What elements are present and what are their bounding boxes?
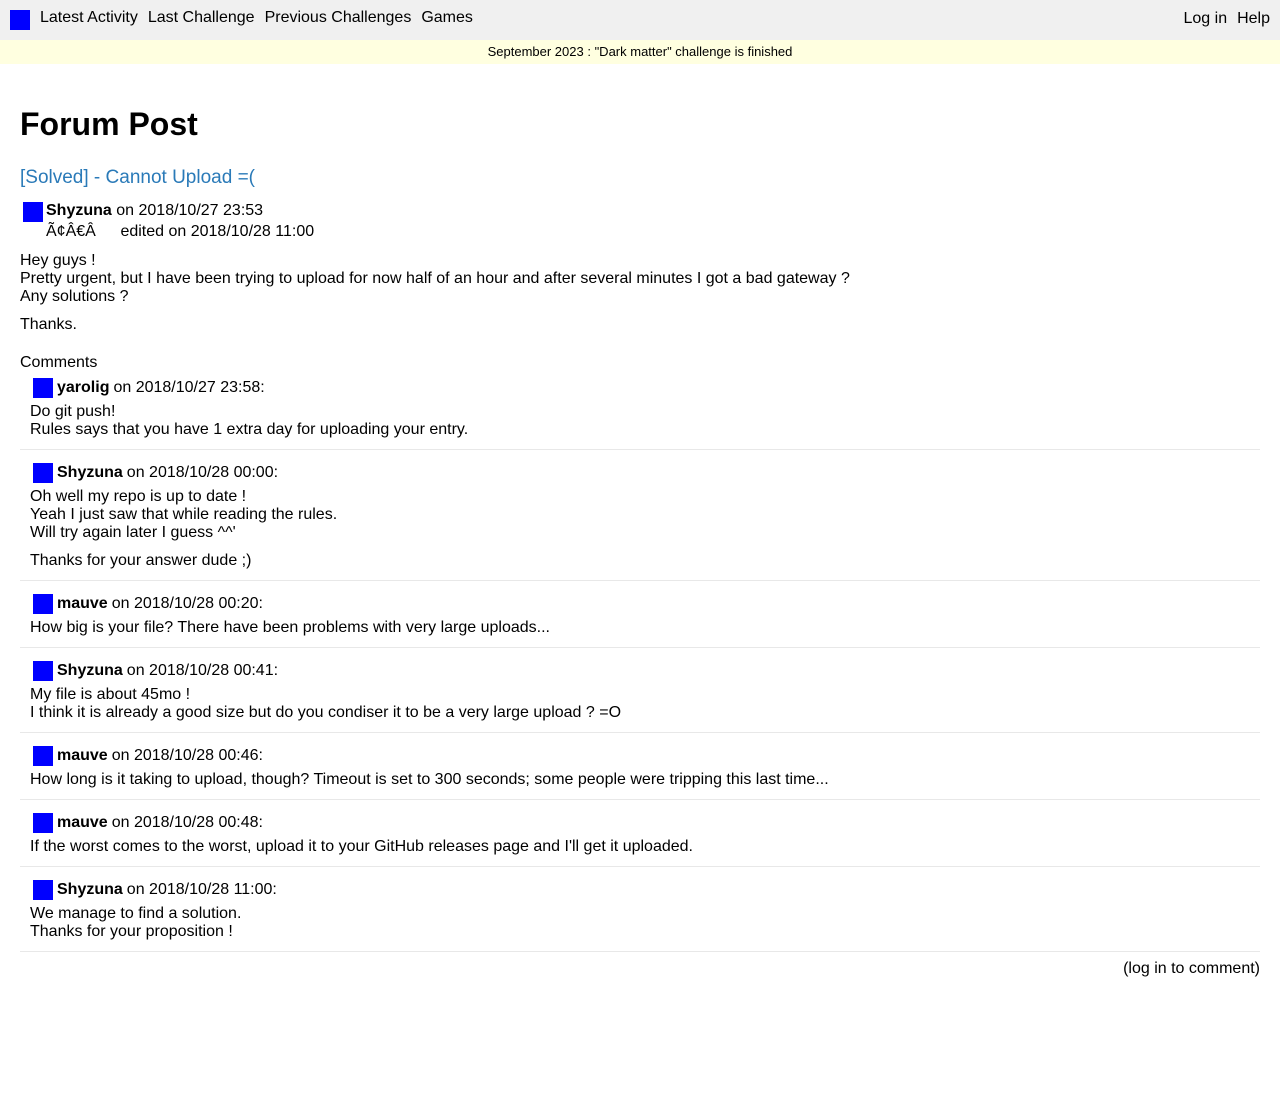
comment-body-paragraph: How big is your file? There have been pr… <box>30 619 550 636</box>
comment-date: on 2018/10/28 00:00: <box>126 464 279 481</box>
post-meta: Shyzuna on 2018/10/27 23:53 Ã¢Â€Â edited… <box>20 200 1260 242</box>
comment-date: on 2018/10/28 00:41: <box>126 662 279 679</box>
post-body-paragraph: Thanks. <box>20 316 77 333</box>
comment-header: Shyzuna on 2018/10/28 00:41: <box>30 660 1250 682</box>
comment: mauve on 2018/10/28 00:48: If the worst co… <box>20 800 1260 867</box>
avatar <box>22 201 44 223</box>
comment-body-paragraph: How long is it taking to upload, though?… <box>30 771 829 788</box>
main-content: Forum Post [Solved] - Cannot Upload =( S… <box>0 104 1280 978</box>
avatar <box>32 745 54 767</box>
garbled-text: Ã¢Â€Â <box>46 223 96 240</box>
comment-header: mauve on 2018/10/28 00:46: <box>30 745 1250 767</box>
avatar <box>32 462 54 484</box>
comment-body-paragraph: My file is about 45mo ! I think it is alr… <box>30 686 622 721</box>
comment-body: Do git push! Rules says that you have 1 e… <box>30 403 1250 439</box>
comment-date: on 2018/10/28 00:20: <box>111 595 263 612</box>
comment-body: My file is about 45mo ! I think it is alr… <box>30 686 1250 722</box>
comment-author[interactable]: mauve <box>57 814 108 832</box>
top-nav-bar: Latest Activity Last Challenge Previous … <box>0 0 1280 40</box>
comment-list: yarolig on 2018/10/27 23:58: Do git push! R… <box>20 372 1260 952</box>
comment-date: on 2018/10/27 23:58: <box>113 379 265 396</box>
comment-body: We manage to find a solution. Thanks for … <box>30 905 1250 941</box>
post-edited: edited on 2018/10/28 11:00 <box>120 223 315 240</box>
announcement-banner: September 2023 : "Dark matter" challenge… <box>0 40 1280 64</box>
nav-games[interactable]: Games <box>421 9 473 27</box>
comment: Shyzuna on 2018/10/28 11:00: We manage to … <box>20 867 1260 952</box>
avatar <box>32 377 54 399</box>
nav-last-challenge[interactable]: Last Challenge <box>148 9 255 27</box>
comment: yarolig on 2018/10/27 23:58: Do git push! R… <box>20 372 1260 450</box>
comment-author[interactable]: mauve <box>57 595 108 613</box>
comment-author[interactable]: Shyzuna <box>57 464 123 482</box>
comments-heading: Comments <box>20 354 98 371</box>
comment-body-paragraph: Do git push! Rules says that you have 1 e… <box>30 403 469 438</box>
comment: mauve on 2018/10/28 00:20: How big is your… <box>20 581 1260 648</box>
comment-body-paragraph: If the worst comes to the worst, upload … <box>30 838 693 855</box>
comment-date: on 2018/10/28 00:48: <box>111 814 263 831</box>
post-date: on 2018/10/27 23:53 <box>116 202 264 219</box>
comment: Shyzuna on 2018/10/28 00:41: My file is ab… <box>20 648 1260 733</box>
comment-body: Oh well my repo is up to date ! Yeah I ju… <box>30 488 1250 570</box>
page-title: Forum Post <box>20 106 198 142</box>
comment-header: Shyzuna on 2018/10/28 11:00: <box>30 879 1250 901</box>
comment-date: on 2018/10/28 00:46: <box>111 747 263 764</box>
comment-header: yarolig on 2018/10/27 23:58: <box>30 377 1250 399</box>
comment-body: How big is your file? There have been pr… <box>30 619 1250 637</box>
comment-body-paragraph: Thanks for your answer dude ;) <box>30 552 252 569</box>
site-logo[interactable] <box>10 10 30 30</box>
comment-author[interactable]: Shyzuna <box>57 662 123 680</box>
comment-header: mauve on 2018/10/28 00:20: <box>30 593 1250 615</box>
post-body: Hey guys ! Pretty urgent, but I have been… <box>20 252 1260 334</box>
comment-author[interactable]: Shyzuna <box>57 881 123 899</box>
comment-author[interactable]: mauve <box>57 747 108 765</box>
comment-author[interactable]: yarolig <box>57 379 109 397</box>
comment: Shyzuna on 2018/10/28 00:00: Oh well my re… <box>20 450 1260 581</box>
comment-header: mauve on 2018/10/28 00:48: <box>30 812 1250 834</box>
comment-date: on 2018/10/28 11:00: <box>126 881 277 898</box>
nav-previous-challenges[interactable]: Previous Challenges <box>265 9 412 27</box>
comment-body-paragraph: Oh well my repo is up to date ! Yeah I ju… <box>30 488 338 541</box>
nav-latest-activity[interactable]: Latest Activity <box>40 9 138 27</box>
comment-header: Shyzuna on 2018/10/28 00:00: <box>30 462 1250 484</box>
avatar <box>32 660 54 682</box>
avatar <box>32 879 54 901</box>
post-body-paragraph: Hey guys ! Pretty urgent, but I have been… <box>20 252 850 305</box>
nav-left: Latest Activity Last Challenge Previous … <box>10 9 483 30</box>
nav-help[interactable]: Help <box>1237 10 1270 28</box>
comment-body: If the worst comes to the worst, upload … <box>30 838 1250 856</box>
comment: mauve on 2018/10/28 00:46: How long is it … <box>20 733 1260 800</box>
avatar <box>32 593 54 615</box>
post-title-link[interactable]: [Solved] - Cannot Upload =( <box>20 166 1260 190</box>
comment-body-paragraph: We manage to find a solution. Thanks for … <box>30 905 242 940</box>
nav-log-in[interactable]: Log in <box>1184 10 1228 28</box>
login-to-comment-link[interactable]: (log in to comment) <box>20 960 1260 978</box>
avatar <box>32 812 54 834</box>
comment-body: How long is it taking to upload, though?… <box>30 771 1250 789</box>
post-author[interactable]: Shyzuna <box>46 202 112 219</box>
nav-right: Log in Help <box>1184 9 1271 28</box>
